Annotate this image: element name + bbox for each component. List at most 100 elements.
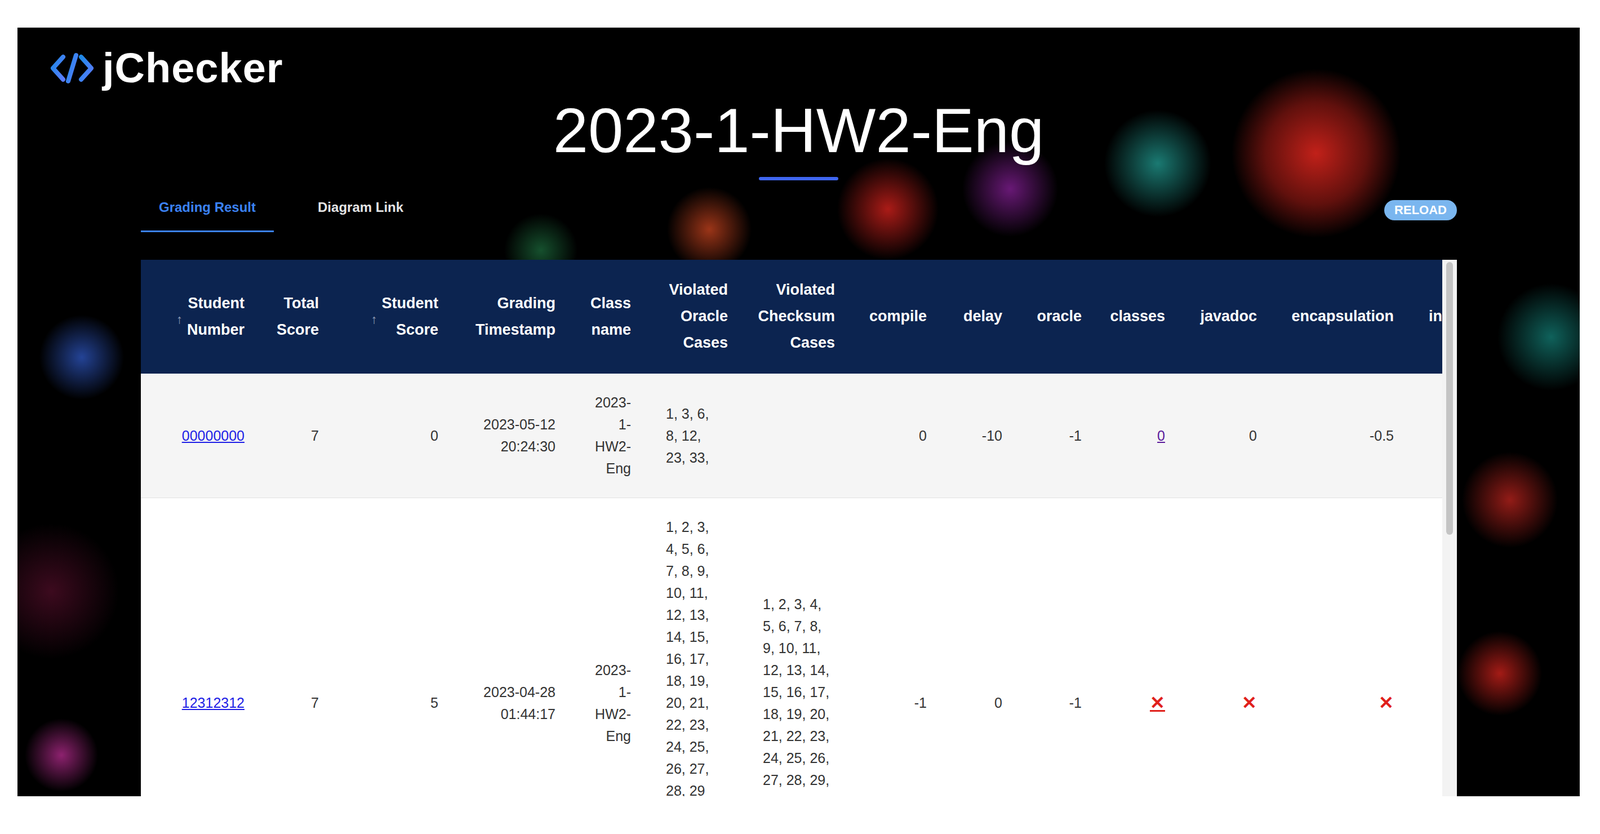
table-cell	[740, 373, 848, 499]
table-cell: 2023-05-12 20:24:30	[450, 373, 568, 499]
column-header[interactable]: ↑ Student Number	[140, 259, 257, 374]
table-cell: 7	[256, 373, 332, 499]
column-label: Violated Oracle Cases	[668, 276, 728, 357]
column-header[interactable]: Class name	[567, 259, 644, 374]
table-cell: -1	[1014, 373, 1095, 499]
table-cell: 2023-1-HW2-Eng	[567, 373, 644, 499]
sort-arrow-icon[interactable]: ↑	[176, 313, 183, 326]
column-label: Total Score	[276, 290, 319, 344]
cell-text: 5	[430, 691, 439, 714]
cell-text: -0.5	[1369, 424, 1394, 447]
title-area: 2023-1-HW2-Eng	[17, 94, 1580, 181]
table-cell: 0	[847, 373, 940, 499]
app-logo[interactable]: jChecker	[17, 27, 1580, 91]
cell-text: 0	[430, 424, 439, 447]
table-body: 00000000 7 0 2023-05-12 20:24:30 2023-1-HW2-…	[140, 373, 1443, 797]
table-cell: -1	[847, 498, 940, 797]
table-cell: ✕	[1094, 498, 1178, 797]
table-cell: -0.5	[1269, 373, 1407, 499]
header-row: ↑Student NumberTotal Score↑Student Score…	[140, 259, 1443, 374]
table-cell: 12312312	[140, 498, 257, 797]
column-header[interactable]: Grading Timestamp	[450, 259, 568, 374]
cell-text: 0	[918, 424, 927, 447]
cell-text: 1, 2, 3, 4, 5, 6, 7, 8, 9, 10, 11, 12, 1…	[762, 593, 832, 797]
fail-icon: ✕	[1241, 691, 1257, 714]
table-row: 00000000 7 0 2023-05-12 20:24:30 2023-1-HW2-…	[140, 373, 1443, 499]
cell-text: -10	[981, 424, 1003, 447]
table-cell	[1406, 498, 1443, 797]
column-label: javadoc	[1200, 303, 1257, 330]
column-label: Student Score	[381, 290, 439, 344]
column-header[interactable]: encapsulation	[1269, 259, 1407, 374]
cell-text: 2023-1-HW2-Eng	[587, 391, 631, 480]
column-label: Violated Checksum Cases	[757, 276, 835, 357]
table-cell: 0	[331, 373, 451, 499]
column-header[interactable]: Total Score	[256, 259, 332, 374]
table-cell: 0	[939, 498, 1015, 797]
table-cell: 00000000	[140, 373, 257, 499]
column-header[interactable]: oracle	[1014, 259, 1095, 374]
column-label: Student Number	[187, 290, 245, 344]
code-brackets-icon	[49, 51, 95, 86]
page-title: 2023-1-HW2-Eng	[553, 94, 1045, 167]
grading-table-panel: ↑Student NumberTotal Score↑Student Score…	[140, 259, 1457, 797]
table-cell: 1, 2, 3, 4, 5, 6, 7, 8, 9, 10, 11, 12, 1…	[740, 498, 848, 797]
table-cell: 0	[1177, 373, 1270, 499]
table-cell: -1	[1014, 498, 1095, 797]
table-cell: 2023-04-28 01:44:17	[450, 498, 568, 797]
column-header[interactable]: Violated Oracle Cases	[643, 259, 741, 374]
table-row: 12312312 7 5 2023-04-28 01:44:17 2023-1-HW2-…	[140, 498, 1443, 797]
column-header[interactable]: delay	[939, 259, 1015, 374]
column-label: oracle	[1036, 303, 1082, 330]
column-header[interactable]: ↑Student Score	[331, 259, 451, 374]
tab-bar: Grading Result Diagram Link RELOAD	[140, 187, 1457, 233]
column-label: Grading Timestamp	[475, 290, 556, 344]
column-header[interactable]: in	[1406, 259, 1443, 374]
cell-text: 1, 2, 3, 4, 5, 6, 7, 8, 9, 10, 11, 12, 1…	[665, 516, 718, 797]
table-cell: 2023-1-HW2-Eng	[567, 498, 644, 797]
grading-table: ↑Student NumberTotal Score↑Student Score…	[140, 259, 1443, 797]
table-header: ↑Student NumberTotal Score↑Student Score…	[140, 259, 1443, 374]
column-label: encapsulation	[1291, 303, 1394, 330]
column-header[interactable]: compile	[847, 259, 940, 374]
title-underline	[758, 176, 839, 181]
result-link[interactable]: 0	[1157, 424, 1166, 447]
cell-text: 2023-05-12 20:24:30	[470, 413, 556, 458]
fail-icon: ✕	[1378, 691, 1394, 714]
cell-text: 0	[1249, 424, 1257, 447]
column-header[interactable]: javadoc	[1177, 259, 1270, 374]
sort-arrow-icon[interactable]: ↑	[371, 313, 378, 326]
table-cell: 0	[1094, 373, 1178, 499]
cell-text: 2023-04-28 01:44:17	[470, 681, 556, 726]
table-cell: ✕	[1177, 498, 1270, 797]
column-header[interactable]: Violated Checksum Cases	[740, 259, 848, 374]
column-label: classes	[1109, 303, 1166, 330]
student-link[interactable]: 00000000	[181, 424, 245, 447]
cell-text: -1	[914, 691, 927, 714]
cell-text: 7	[310, 691, 319, 714]
table-cell: 1, 3, 6, 8, 12, 23, 33,	[643, 373, 741, 499]
cell-text: 2023-1-HW2-Eng	[587, 659, 631, 748]
scrollbar[interactable]	[1442, 259, 1457, 797]
column-label: in	[1428, 303, 1443, 330]
table-cell: 5	[331, 498, 451, 797]
column-header[interactable]: classes	[1094, 259, 1178, 374]
cell-text: 0	[994, 691, 1003, 714]
column-label: compile	[869, 303, 927, 330]
table-cell: 7	[256, 498, 332, 797]
column-label: Class name	[590, 290, 631, 344]
page-background: jChecker 2023-1-HW2-Eng Grading Result Diag…	[17, 27, 1580, 797]
cell-text: 7	[310, 424, 319, 447]
reload-button[interactable]: RELOAD	[1384, 200, 1457, 221]
logo-text: jChecker	[102, 45, 284, 91]
fail-link-icon[interactable]: ✕	[1149, 691, 1166, 714]
student-link[interactable]: 12312312	[181, 691, 245, 714]
table-cell: -10	[939, 373, 1015, 499]
cell-text: -1	[1069, 691, 1082, 714]
scrollbar-thumb[interactable]	[1446, 261, 1453, 535]
tab[interactable]: Grading Result	[140, 187, 274, 233]
tab[interactable]: Diagram Link	[299, 187, 422, 233]
column-label: delay	[963, 303, 1003, 330]
cell-text: 1, 3, 6, 8, 12, 23, 33,	[665, 402, 718, 469]
table-cell: 1, 2, 3, 4, 5, 6, 7, 8, 9, 10, 11, 12, 1…	[643, 498, 741, 797]
